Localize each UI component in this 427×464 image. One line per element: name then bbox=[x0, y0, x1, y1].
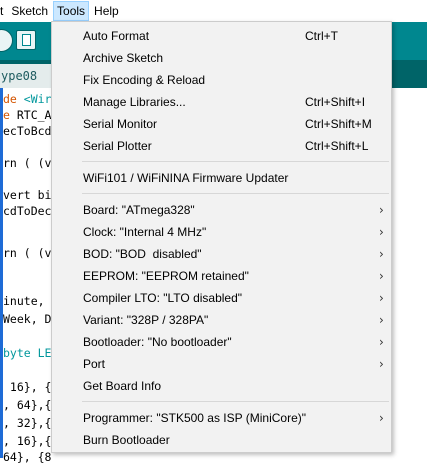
code-line: rn ( (v bbox=[3, 246, 52, 260]
code-line: 16}, { bbox=[3, 380, 52, 394]
new-sketch-icon[interactable] bbox=[16, 30, 36, 50]
menu-item-port[interactable]: Port › bbox=[52, 353, 391, 375]
code-line: , 16},{ bbox=[3, 434, 52, 448]
chevron-right-icon: › bbox=[379, 225, 384, 239]
chevron-right-icon: › bbox=[379, 313, 384, 327]
menu-item-board[interactable]: Board: "ATmega328" › bbox=[52, 199, 391, 221]
chevron-right-icon: › bbox=[379, 357, 384, 371]
upload-button[interactable] bbox=[0, 29, 13, 52]
code-line: , 32},{ bbox=[3, 416, 52, 430]
menu-item-archive-sketch[interactable]: Archive Sketch bbox=[52, 47, 391, 69]
menu-sketch[interactable]: Sketch bbox=[8, 1, 51, 21]
menu-bar: t Sketch Tools Help bbox=[0, 0, 427, 22]
chevron-right-icon: › bbox=[379, 269, 384, 283]
code-line: 64}, {8 bbox=[3, 450, 52, 464]
chevron-right-icon: › bbox=[379, 247, 384, 261]
menu-separator bbox=[82, 161, 389, 162]
code-line: cdToDec bbox=[3, 204, 52, 218]
menu-item-serial-plotter[interactable]: Serial Plotter Ctrl+Shift+L bbox=[52, 135, 391, 157]
menu-item-programmer[interactable]: Programmer: "STK500 as ISP (MiniCore)" › bbox=[52, 407, 391, 429]
menu-file[interactable]: t bbox=[0, 1, 6, 21]
chevron-right-icon: › bbox=[379, 335, 384, 349]
menu-item-auto-format[interactable]: Auto Format Ctrl+T bbox=[52, 25, 391, 47]
menu-item-bod[interactable]: BOD: "BOD disabled" › bbox=[52, 243, 391, 265]
menu-item-variant[interactable]: Variant: "328P / 328PA" › bbox=[52, 309, 391, 331]
chevron-right-icon: › bbox=[379, 411, 384, 425]
chevron-right-icon: › bbox=[379, 291, 384, 305]
code-line: byte LE bbox=[3, 346, 52, 360]
menu-item-manage-libraries[interactable]: Manage Libraries... Ctrl+Shift+I bbox=[52, 91, 391, 113]
code-line: de <Wir bbox=[3, 92, 52, 106]
code-line: vert bi bbox=[3, 188, 52, 202]
chevron-right-icon: › bbox=[379, 203, 384, 217]
menu-tools[interactable]: Tools bbox=[53, 1, 90, 21]
menu-item-burn-bootloader[interactable]: Burn Bootloader bbox=[52, 429, 391, 451]
menu-item-clock[interactable]: Clock: "Internal 4 MHz" › bbox=[52, 221, 391, 243]
code-line: rn ( (v bbox=[3, 156, 52, 170]
menu-item-compiler-lto[interactable]: Compiler LTO: "LTO disabled" › bbox=[52, 287, 391, 309]
menu-item-wifi-firmware-updater[interactable]: WiFi101 / WiFiNINA Firmware Updater bbox=[52, 167, 391, 189]
code-line: e RTC_A bbox=[3, 108, 52, 122]
menu-separator bbox=[82, 193, 389, 194]
code-line: ecToBcd bbox=[3, 124, 52, 138]
menu-item-fix-encoding[interactable]: Fix Encoding & Reload bbox=[52, 69, 391, 91]
menu-item-bootloader[interactable]: Bootloader: "No bootloader" › bbox=[52, 331, 391, 353]
menu-separator bbox=[82, 401, 389, 402]
menu-item-get-board-info[interactable]: Get Board Info bbox=[52, 375, 391, 397]
tools-menu: Auto Format Ctrl+T Archive Sketch Fix En… bbox=[51, 21, 392, 453]
menu-help[interactable]: Help bbox=[91, 1, 122, 21]
code-line: inute, bbox=[3, 294, 45, 308]
menu-item-serial-monitor[interactable]: Serial Monitor Ctrl+Shift+M bbox=[52, 113, 391, 135]
code-line: Week, D bbox=[3, 312, 52, 326]
code-line: , 64},{ bbox=[3, 398, 52, 412]
menu-item-eeprom[interactable]: EEPROM: "EEPROM retained" › bbox=[52, 265, 391, 287]
